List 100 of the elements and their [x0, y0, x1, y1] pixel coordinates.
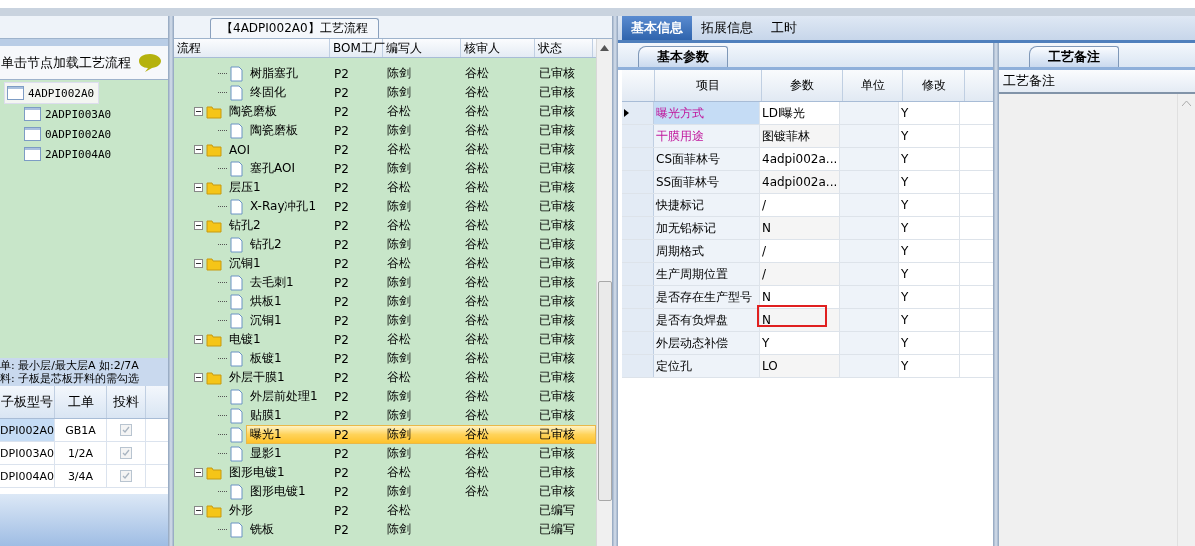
row-header-cell[interactable]	[622, 194, 654, 216]
table-row[interactable]: 显影1 P2 陈剑 谷松 已审核	[246, 444, 596, 463]
scrollbar-thumb[interactable]	[597, 281, 612, 501]
reviewer-cell-text: 谷松	[464, 255, 490, 272]
checkbox[interactable]	[120, 447, 132, 459]
row-header-cell[interactable]	[622, 171, 654, 193]
step-name: 外形	[228, 502, 254, 519]
collapse-icon[interactable]	[194, 221, 203, 230]
table-row[interactable]: 外形 P2 谷松 已编写	[225, 501, 596, 520]
row-header-cell[interactable]	[622, 217, 654, 239]
reviewer-cell-text: 谷松	[464, 141, 490, 158]
tab[interactable]: 拓展信息	[692, 16, 762, 40]
document-icon	[230, 312, 243, 329]
tab[interactable]: 工时	[762, 16, 806, 40]
table-row[interactable]: 层压1 P2 谷松 谷松 已审核	[225, 178, 596, 197]
subtab[interactable]: 基本参数	[638, 46, 728, 67]
table-row[interactable]: X-Ray冲孔1 P2 陈剑 谷松 已审核	[246, 197, 596, 216]
folder-icon	[206, 370, 222, 385]
collapse-icon[interactable]	[194, 259, 203, 268]
value-cell[interactable]: /	[760, 240, 840, 262]
writer-cell-text: 谷松	[386, 331, 412, 348]
folder-icon	[206, 503, 222, 518]
status-cell-text: 已审核	[538, 350, 576, 367]
writer-cell-text: 陈剑	[386, 122, 412, 139]
table-row[interactable]: 钻孔2 P2 谷松 谷松 已审核	[225, 216, 596, 235]
table-row[interactable]: 沉铜1 P2 谷松 谷松 已审核	[225, 254, 596, 273]
table-row[interactable]: 陶瓷磨板 P2 陈剑 谷松 已审核	[246, 121, 596, 140]
table-row[interactable]: 树脂塞孔 P2 陈剑 谷松 已审核	[246, 64, 596, 83]
row-header-cell[interactable]	[622, 102, 654, 124]
model-cell[interactable]: DPI002A0	[0, 419, 55, 441]
folder-icon	[206, 465, 222, 480]
table-row[interactable]: 去毛刺1 P2 陈剑 谷松 已审核	[246, 273, 596, 292]
step-name: 沉铜1	[228, 255, 262, 272]
scrollbar[interactable]	[596, 39, 612, 546]
item-cell: 加无铅标记	[654, 217, 760, 239]
value-cell[interactable]: N	[760, 217, 840, 239]
collapse-icon[interactable]	[194, 468, 203, 477]
collapse-icon[interactable]	[194, 373, 203, 382]
table-row[interactable]: 终固化 P2 陈剑 谷松 已审核	[246, 83, 596, 102]
value-cell[interactable]: LDI曝光	[760, 102, 840, 124]
tree-node[interactable]: 2ADPI003A0	[22, 104, 116, 124]
scroll-up-icon[interactable]	[600, 45, 609, 51]
splitter-bar[interactable]	[993, 43, 999, 546]
value-cell[interactable]: /	[760, 194, 840, 216]
tree-node[interactable]: 0ADPI002A0	[22, 124, 116, 144]
value-cell[interactable]: 图镀菲林	[760, 125, 840, 147]
value-cell[interactable]: 4adpi002a...	[760, 171, 840, 193]
table-row[interactable]: 烘板1 P2 陈剑 谷松 已审核	[246, 292, 596, 311]
subtab[interactable]: 工艺备注	[1029, 46, 1119, 67]
table-row[interactable]: 图形电镀1 P2 谷松 谷松 已审核	[225, 463, 596, 482]
model-cell[interactable]: DPI003A0	[0, 442, 55, 464]
tab[interactable]: 基本信息	[622, 16, 692, 40]
step-name: 板镀1	[249, 350, 283, 367]
document-icon	[230, 65, 243, 82]
row-header-cell[interactable]	[622, 355, 654, 377]
table-row[interactable]: 图形电镀1 P2 陈剑 谷松 已审核	[246, 482, 596, 501]
collapse-icon[interactable]	[194, 107, 203, 116]
table-row[interactable]: AOI P2 谷松 谷松 已审核	[225, 140, 596, 159]
process-tab[interactable]: 【4ADPI002A0】工艺流程	[210, 18, 379, 38]
row-header-cell[interactable]	[622, 125, 654, 147]
splitter-bar[interactable]	[168, 16, 174, 546]
step-name: 钻孔2	[228, 217, 262, 234]
row-header-cell[interactable]	[622, 148, 654, 170]
table-row[interactable]: 外层前处理1 P2 陈剑 谷松 已审核	[246, 387, 596, 406]
table-row[interactable]: 铣板 P2 陈剑 已编写	[246, 520, 596, 539]
factory-cell-text: P2	[333, 218, 350, 233]
checkbox[interactable]	[120, 470, 132, 482]
row-header-cell[interactable]	[622, 240, 654, 262]
value-cell[interactable]: N	[760, 286, 840, 308]
step-name: 显影1	[249, 445, 283, 462]
checkbox[interactable]	[120, 424, 132, 436]
table-row[interactable]: 钻孔2 P2 陈剑 谷松 已审核	[246, 235, 596, 254]
modify-cell: Y	[899, 263, 960, 285]
step-name: 烘板1	[249, 293, 283, 310]
model-cell[interactable]: DPI004A0	[0, 465, 55, 487]
collapse-icon[interactable]	[194, 506, 203, 515]
table-row[interactable]: 塞孔AOI P2 陈剑 谷松 已审核	[246, 159, 596, 178]
value-cell[interactable]: 4adpi002a...	[760, 148, 840, 170]
table-row[interactable]: 板镀1 P2 陈剑 谷松 已审核	[246, 349, 596, 368]
status-cell-text: 已审核	[538, 369, 576, 386]
table-row[interactable]: 贴膜1 P2 陈剑 谷松 已审核	[246, 406, 596, 425]
row-header-cell[interactable]	[622, 263, 654, 285]
value-cell[interactable]: Y	[760, 332, 840, 354]
table-row[interactable]: 曝光1 P2 陈剑 谷松 已审核	[246, 425, 596, 444]
collapse-icon[interactable]	[194, 183, 203, 192]
value-cell[interactable]: /	[760, 263, 840, 285]
collapse-icon[interactable]	[194, 145, 203, 154]
tree-node[interactable]: 2ADPI004A0	[22, 144, 116, 164]
table-row[interactable]: 外层干膜1 P2 谷松 谷松 已审核	[225, 368, 596, 387]
value-cell[interactable]: LO	[760, 355, 840, 377]
row-header-cell[interactable]	[622, 332, 654, 354]
table-row[interactable]: 电镀1 P2 谷松 谷松 已审核	[225, 330, 596, 349]
order-cell: GB1A	[55, 419, 107, 441]
row-header-cell[interactable]	[622, 286, 654, 308]
collapse-icon[interactable]	[194, 335, 203, 344]
table-row[interactable]: 陶瓷磨板 P2 谷松 谷松 已审核	[225, 102, 596, 121]
folder-icon	[206, 180, 222, 195]
row-header-cell[interactable]	[622, 309, 654, 331]
tree-node[interactable]: 4ADPI002A0	[4, 82, 100, 104]
table-row[interactable]: 沉铜1 P2 陈剑 谷松 已审核	[246, 311, 596, 330]
